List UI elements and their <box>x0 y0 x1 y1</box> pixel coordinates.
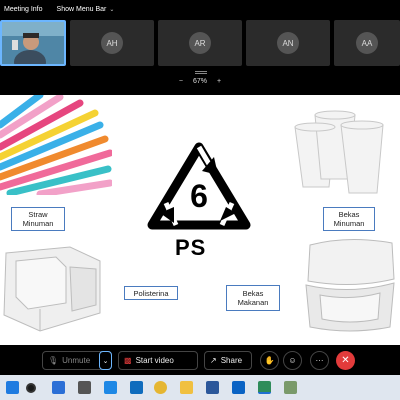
smiley-icon: ☺ <box>288 356 297 365</box>
container-label: Bekas Makanan <box>226 285 280 311</box>
start-video-button[interactable]: ▩ Start video <box>118 351 198 370</box>
more-options-button[interactable]: ··· <box>310 351 329 370</box>
meeting-info-button[interactable]: Meeting Info <box>4 6 43 13</box>
zoom-out-button[interactable]: − <box>179 78 183 85</box>
store-icon[interactable] <box>104 381 117 394</box>
resize-handle[interactable] <box>195 71 207 74</box>
zoom-level: 67% <box>192 77 207 85</box>
share-icon: ↗ <box>210 356 217 365</box>
microphone-muted-icon: 🎙 <box>48 356 59 365</box>
participant-tile[interactable]: AA <box>334 20 400 66</box>
hand-icon: ✋ <box>264 356 275 365</box>
show-menu-bar-label: Show Menu Bar <box>56 5 107 13</box>
end-call-button[interactable]: ✕ <box>336 351 355 370</box>
participant-tile[interactable]: AR <box>158 20 242 66</box>
app-icon[interactable] <box>284 381 297 394</box>
polystyrene-block-image <box>3 246 101 332</box>
edge-browser-icon[interactable] <box>52 381 65 394</box>
zoom-bar: − 67% + <box>0 70 400 92</box>
outlook-icon[interactable] <box>232 381 245 394</box>
recycle-code-label: PS <box>175 235 207 260</box>
avatar: AA <box>356 32 378 54</box>
cups-label: Bekas Minuman <box>323 207 375 231</box>
food-container-image <box>305 238 395 332</box>
unmute-label: Unmute <box>62 356 91 365</box>
straws-image <box>0 95 112 195</box>
word-icon[interactable] <box>206 381 219 394</box>
file-explorer-icon[interactable] <box>180 381 193 394</box>
avatar: AR <box>189 32 211 54</box>
webex-icon[interactable] <box>258 381 271 394</box>
participant-gallery: AH AR AN AA <box>0 18 400 68</box>
start-video-label: Start video <box>135 356 174 365</box>
windows-start-icon[interactable] <box>6 381 19 394</box>
participant-video-tile[interactable] <box>0 20 66 66</box>
reactions-button[interactable]: ☺ <box>283 351 302 370</box>
search-icon[interactable] <box>26 383 36 393</box>
audio-options-button[interactable]: ⌄ <box>99 351 112 370</box>
more-icon: ··· <box>315 356 324 365</box>
recycle-symbol-icon: 6 <box>147 142 251 230</box>
task-view-icon[interactable] <box>78 381 91 394</box>
foam-cups-image <box>294 110 384 194</box>
shared-screen: 6 PS Straw Minuman Bekas Minuman Poliste… <box>0 95 400 345</box>
avatar: AN <box>277 32 299 54</box>
chrome-icon[interactable] <box>154 381 167 394</box>
straw-label: Straw Minuman <box>11 207 65 231</box>
meeting-topbar: Meeting Info Show Menu Bar ⌄ <box>0 0 400 18</box>
chevron-down-icon: ⌄ <box>102 357 109 365</box>
windows-taskbar <box>0 375 400 400</box>
close-icon: ✕ <box>341 355 350 366</box>
show-menu-bar-button[interactable]: Show Menu Bar ⌄ <box>57 6 115 13</box>
participant-tile[interactable]: AH <box>70 20 154 66</box>
share-button[interactable]: ↗ Share <box>204 351 252 370</box>
zoom-in-button[interactable]: + <box>217 78 221 85</box>
participant-video-feed <box>2 22 64 64</box>
recycle-number: 6 <box>190 178 208 214</box>
participant-tile[interactable]: AN <box>246 20 330 66</box>
meeting-controls: 🎙 Unmute ⌄ ▩ Start video ↗ Share ✋ ☺ ···… <box>0 345 400 375</box>
polisterina-label: Polisterina <box>124 286 178 300</box>
video-off-icon: ▩ <box>124 356 132 365</box>
mail-icon[interactable] <box>130 381 143 394</box>
avatar: AH <box>101 32 123 54</box>
chevron-down-icon: ⌄ <box>109 6 115 13</box>
share-label: Share <box>220 356 243 365</box>
meeting-info-label: Meeting Info <box>4 5 43 13</box>
raise-hand-button[interactable]: ✋ <box>260 351 279 370</box>
